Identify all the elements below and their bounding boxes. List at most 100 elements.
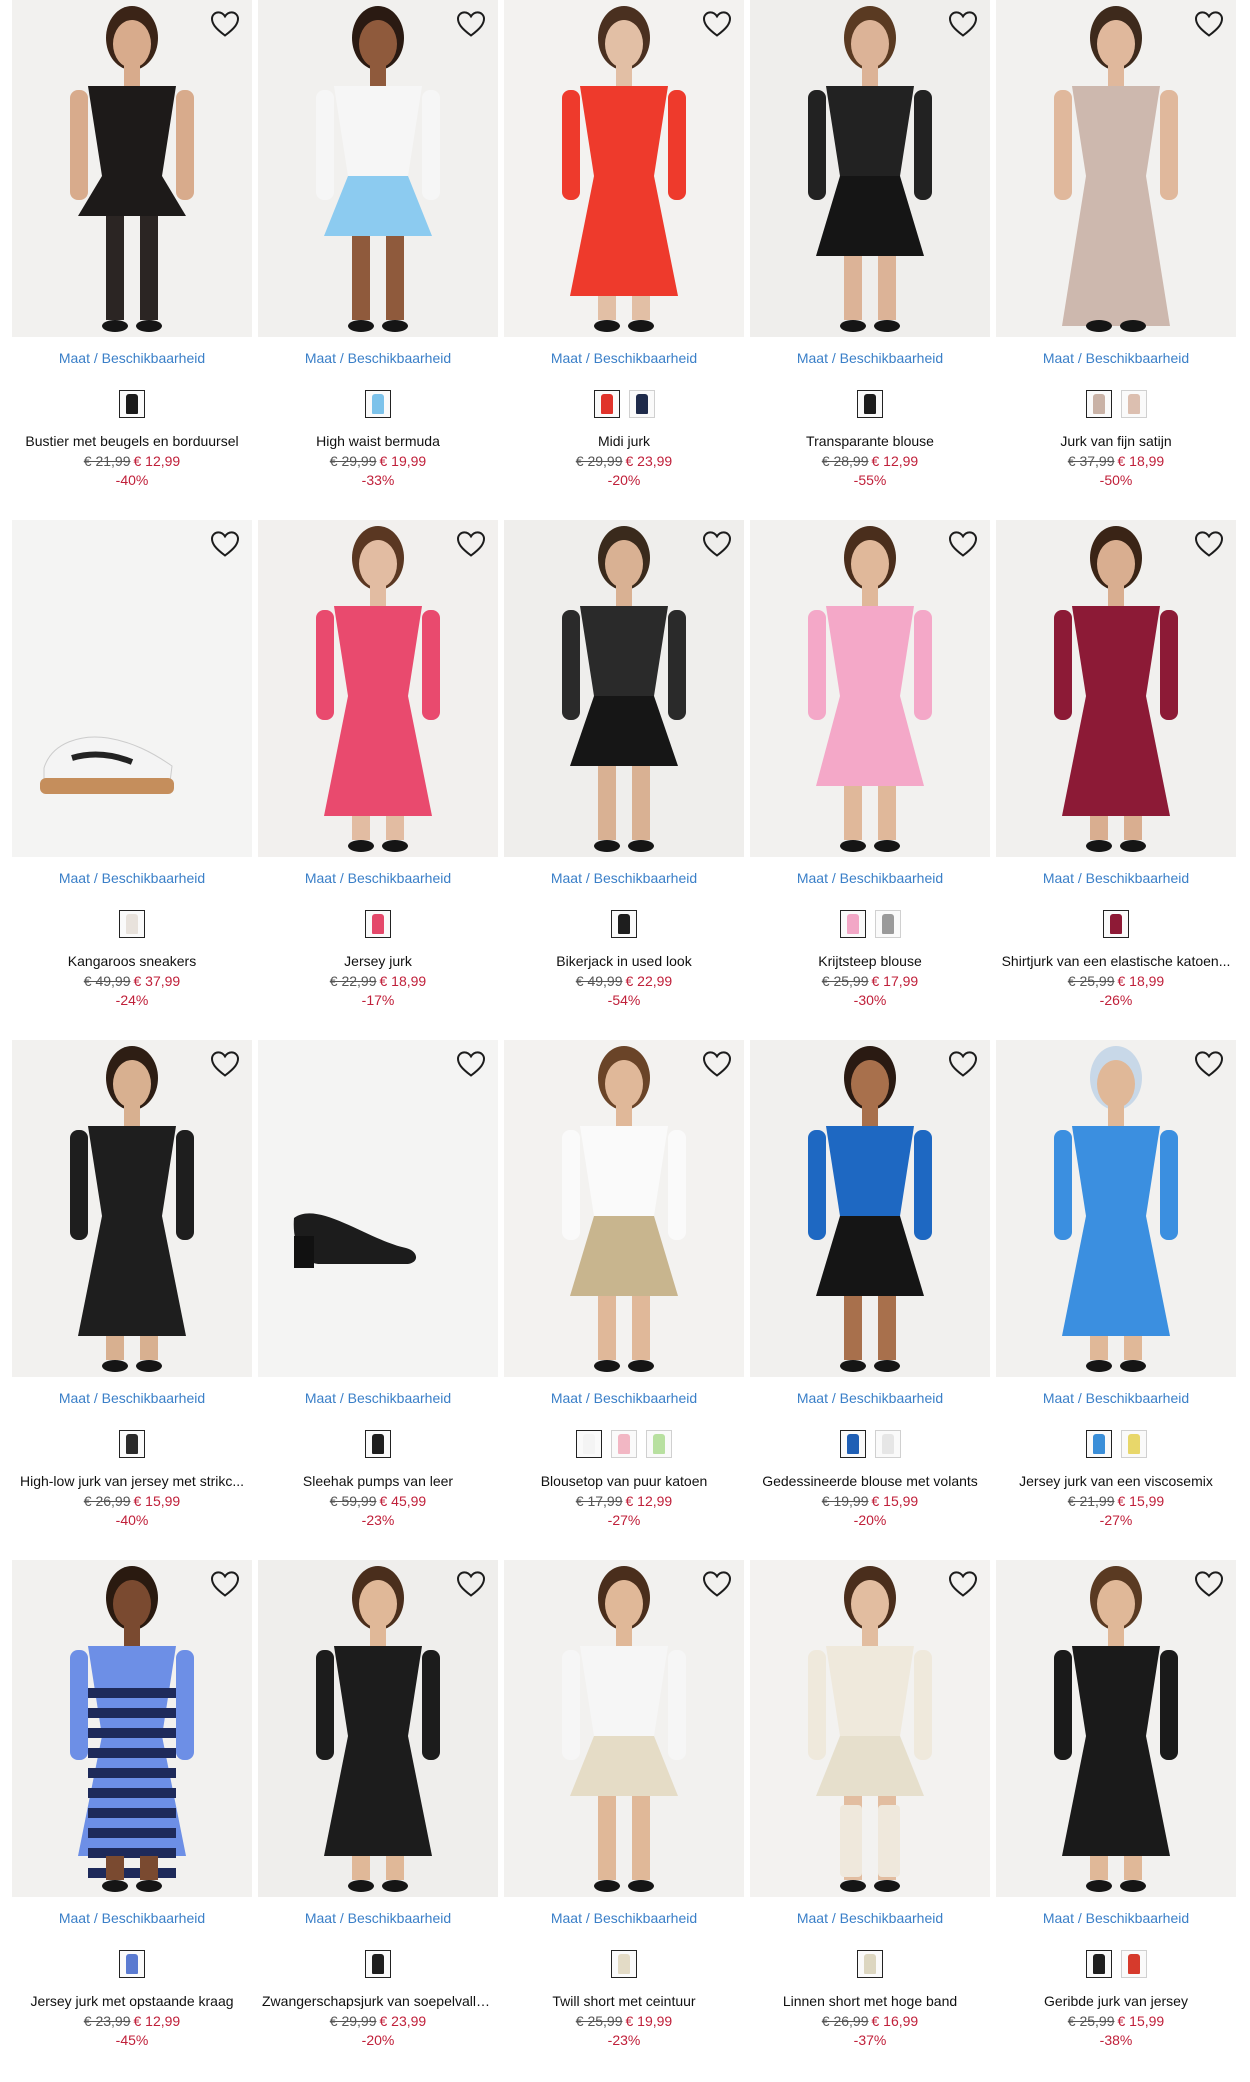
- product-card[interactable]: Maat / Beschikbaarheid Transparante blous…: [750, 0, 990, 520]
- product-name[interactable]: Zwangerschapsjurk van soepelvalle...: [258, 1993, 498, 2009]
- product-name[interactable]: High-low jurk van jersey met strikc...: [12, 1473, 252, 1489]
- product-image[interactable]: [12, 0, 252, 337]
- size-availability-link[interactable]: Maat / Beschikbaarheid: [996, 1910, 1236, 1926]
- heart-icon[interactable]: [210, 1050, 240, 1078]
- size-availability-link[interactable]: Maat / Beschikbaarheid: [504, 1910, 744, 1926]
- product-name[interactable]: Bustier met beugels en borduursel: [12, 433, 252, 449]
- heart-icon[interactable]: [456, 10, 486, 38]
- size-availability-link[interactable]: Maat / Beschikbaarheid: [996, 350, 1236, 366]
- product-card[interactable]: Maat / Beschikbaarheid Jurk van fijn sati…: [996, 0, 1236, 520]
- product-card[interactable]: Maat / Beschikbaarheid Sleehak pumps van …: [258, 1040, 498, 1560]
- color-swatch[interactable]: [1120, 390, 1147, 418]
- size-availability-link[interactable]: Maat / Beschikbaarheid: [258, 350, 498, 366]
- size-availability-link[interactable]: Maat / Beschikbaarheid: [750, 870, 990, 886]
- product-card[interactable]: Maat / Beschikbaarheid Shirtjurk van een …: [996, 520, 1236, 1040]
- color-swatch[interactable]: [611, 910, 637, 938]
- product-image[interactable]: [258, 1560, 498, 1897]
- product-image[interactable]: [996, 1560, 1236, 1897]
- product-card[interactable]: Maat / Beschikbaarheid Zwangerschapsjurk …: [258, 1560, 498, 2080]
- heart-icon[interactable]: [1194, 10, 1224, 38]
- size-availability-link[interactable]: Maat / Beschikbaarheid: [12, 870, 252, 886]
- product-image[interactable]: [996, 520, 1236, 857]
- product-name[interactable]: Gedessineerde blouse met volants: [750, 1473, 990, 1489]
- product-card[interactable]: Maat / Beschikbaarheid Linnen short met h…: [750, 1560, 990, 2080]
- product-name[interactable]: Bikerjack in used look: [504, 953, 744, 969]
- product-card[interactable]: Maat / Beschikbaarheid High waist bermuda…: [258, 0, 498, 520]
- heart-icon[interactable]: [1194, 530, 1224, 558]
- product-card[interactable]: Maat / Beschikbaarheid Twill short met ce…: [504, 1560, 744, 2080]
- color-swatch[interactable]: [646, 1430, 672, 1458]
- size-availability-link[interactable]: Maat / Beschikbaarheid: [750, 350, 990, 366]
- product-card[interactable]: Maat / Beschikbaarheid Jersey jurk € 22,99…: [258, 520, 498, 1040]
- product-card[interactable]: Maat / Beschikbaarheid Midi jurk € 29,99 € …: [504, 0, 744, 520]
- heart-icon[interactable]: [702, 1050, 732, 1078]
- size-availability-link[interactable]: Maat / Beschikbaarheid: [504, 870, 744, 886]
- product-card[interactable]: Maat / Beschikbaarheid Geribde jurk van j…: [996, 1560, 1236, 2080]
- heart-icon[interactable]: [702, 10, 732, 38]
- product-card[interactable]: Maat / Beschikbaarheid Blousetop van puur…: [504, 1040, 744, 1560]
- product-card[interactable]: Maat / Beschikbaarheid Jersey jurk met op…: [12, 1560, 252, 2080]
- product-name[interactable]: Jurk van fijn satijn: [996, 433, 1236, 449]
- color-swatch[interactable]: [119, 1950, 145, 1978]
- product-name[interactable]: Shirtjurk van een elastische katoen...: [996, 953, 1236, 969]
- product-image[interactable]: [750, 0, 990, 337]
- product-card[interactable]: Maat / Beschikbaarheid High-low jurk van …: [12, 1040, 252, 1560]
- product-card[interactable]: Maat / Beschikbaarheid Bustier met beugel…: [12, 0, 252, 520]
- heart-icon[interactable]: [948, 530, 978, 558]
- size-availability-link[interactable]: Maat / Beschikbaarheid: [12, 1390, 252, 1406]
- product-name[interactable]: Jersey jurk: [258, 953, 498, 969]
- heart-icon[interactable]: [456, 1050, 486, 1078]
- color-swatch[interactable]: [857, 390, 883, 418]
- size-availability-link[interactable]: Maat / Beschikbaarheid: [12, 1910, 252, 1926]
- size-availability-link[interactable]: Maat / Beschikbaarheid: [750, 1390, 990, 1406]
- product-name[interactable]: Geribde jurk van jersey: [996, 1993, 1236, 2009]
- size-availability-link[interactable]: Maat / Beschikbaarheid: [258, 1390, 498, 1406]
- product-card[interactable]: Maat / Beschikbaarheid Jersey jurk van ee…: [996, 1040, 1236, 1560]
- heart-icon[interactable]: [1194, 1570, 1224, 1598]
- color-swatch[interactable]: [857, 1950, 883, 1978]
- size-availability-link[interactable]: Maat / Beschikbaarheid: [504, 1390, 744, 1406]
- color-swatch[interactable]: [1085, 1430, 1112, 1458]
- product-name[interactable]: Blousetop van puur katoen: [504, 1473, 744, 1489]
- color-swatch[interactable]: [1085, 1950, 1112, 1978]
- product-name[interactable]: Krijtsteep blouse: [750, 953, 990, 969]
- product-name[interactable]: High waist bermuda: [258, 433, 498, 449]
- heart-icon[interactable]: [948, 10, 978, 38]
- heart-icon[interactable]: [456, 530, 486, 558]
- product-card[interactable]: Maat / Beschikbaarheid Gedessineerde blou…: [750, 1040, 990, 1560]
- product-card[interactable]: Maat / Beschikbaarheid Bikerjack in used …: [504, 520, 744, 1040]
- size-availability-link[interactable]: Maat / Beschikbaarheid: [996, 870, 1236, 886]
- product-image[interactable]: [12, 1040, 252, 1377]
- product-image[interactable]: [504, 0, 744, 337]
- product-name[interactable]: Twill short met ceintuur: [504, 1993, 744, 2009]
- heart-icon[interactable]: [1194, 1050, 1224, 1078]
- size-availability-link[interactable]: Maat / Beschikbaarheid: [12, 350, 252, 366]
- product-name[interactable]: Transparante blouse: [750, 433, 990, 449]
- product-image[interactable]: [258, 0, 498, 337]
- product-image[interactable]: [12, 1560, 252, 1897]
- heart-icon[interactable]: [948, 1570, 978, 1598]
- color-swatch[interactable]: [874, 910, 901, 938]
- product-image[interactable]: [258, 1040, 498, 1377]
- heart-icon[interactable]: [702, 1570, 732, 1598]
- color-swatch[interactable]: [1103, 910, 1129, 938]
- product-image[interactable]: [750, 1040, 990, 1377]
- product-card[interactable]: Maat / Beschikbaarheid Krijtsteep blouse €…: [750, 520, 990, 1040]
- color-swatch[interactable]: [576, 1430, 602, 1458]
- product-name[interactable]: Midi jurk: [504, 433, 744, 449]
- color-swatch[interactable]: [628, 390, 655, 418]
- color-swatch[interactable]: [119, 910, 145, 938]
- product-image[interactable]: [996, 1040, 1236, 1377]
- color-swatch[interactable]: [365, 390, 391, 418]
- color-swatch[interactable]: [839, 1430, 866, 1458]
- product-image[interactable]: [996, 0, 1236, 337]
- size-availability-link[interactable]: Maat / Beschikbaarheid: [258, 870, 498, 886]
- color-swatch[interactable]: [611, 1950, 637, 1978]
- product-card[interactable]: Maat / Beschikbaarheid Kangaroos sneakers…: [12, 520, 252, 1040]
- heart-icon[interactable]: [456, 1570, 486, 1598]
- heart-icon[interactable]: [702, 530, 732, 558]
- product-image[interactable]: [750, 1560, 990, 1897]
- color-swatch[interactable]: [365, 1430, 391, 1458]
- size-availability-link[interactable]: Maat / Beschikbaarheid: [750, 1910, 990, 1926]
- product-name[interactable]: Kangaroos sneakers: [12, 953, 252, 969]
